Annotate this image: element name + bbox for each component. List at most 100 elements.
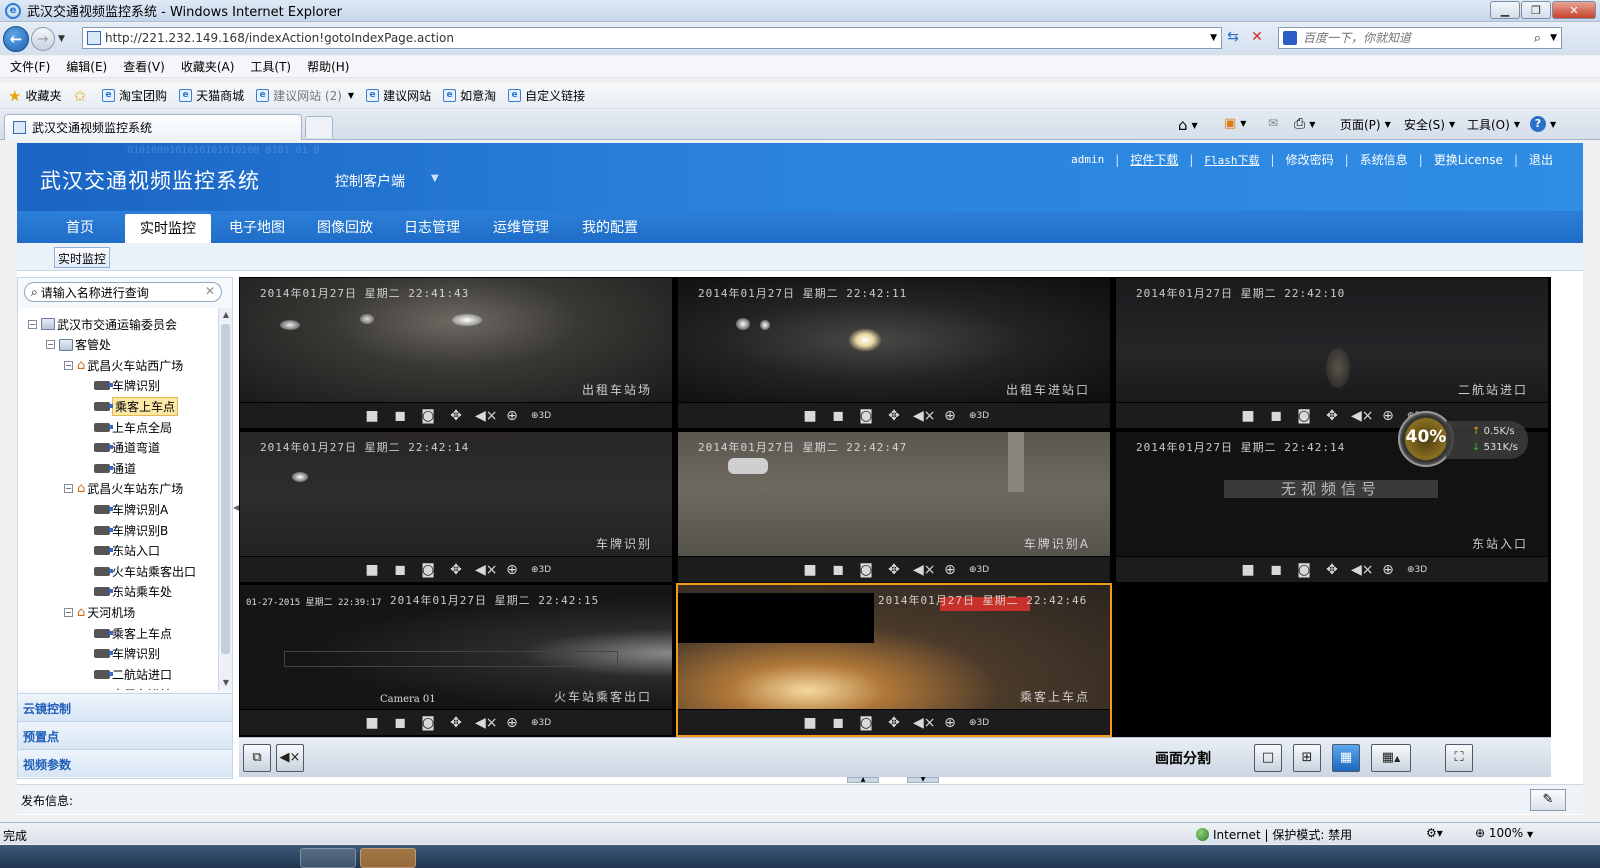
collapse-up-tab[interactable]: ▲ — [847, 777, 879, 783]
change-password-link[interactable]: 修改密码 — [1286, 151, 1334, 168]
stop-icon[interactable]: ✕ — [1248, 29, 1266, 47]
fav-link-taobao[interactable]: e 淘宝团购 — [102, 87, 167, 104]
tree-camera-item[interactable]: 二航站进口 — [94, 664, 172, 684]
zoom-3d-icon[interactable]: ⊕3D — [969, 718, 989, 728]
zoom-in-icon[interactable]: ⊕ — [941, 715, 959, 731]
stop-icon[interactable]: ■ — [1239, 562, 1257, 578]
accordion-presets[interactable]: 预置点 — [18, 721, 232, 749]
tree-site-item[interactable]: − ⌂ 武昌火车站西广场 — [64, 355, 183, 375]
print-button[interactable]: ⎙ ▼ — [1294, 116, 1315, 132]
nav-e-map[interactable]: 电子地图 — [229, 217, 285, 237]
tree-site-item[interactable]: − ⌂ 武昌火车站东广场 — [64, 479, 183, 499]
snapshot-icon[interactable]: ◙ — [1295, 562, 1313, 578]
ptz-icon[interactable]: ✥ — [885, 408, 903, 424]
video-feed[interactable]: 2014年01月27日 星期二 22:42:14 车牌识别 — [240, 432, 672, 556]
zoom-in-icon[interactable]: ⊕ — [941, 562, 959, 578]
tree-camera-item[interactable]: 乘客上车点 — [94, 623, 172, 643]
mute-icon[interactable]: ◀× — [913, 562, 936, 578]
refresh-icon[interactable]: ⇆ — [1224, 29, 1242, 47]
mute-icon[interactable]: ◀× — [913, 715, 936, 731]
snapshot-icon[interactable]: ◙ — [857, 562, 875, 578]
scroll-down-icon[interactable]: ▼ — [219, 676, 233, 690]
record-icon[interactable]: ◼︎ — [391, 715, 409, 731]
fav-link-suggested[interactable]: e 建议网站 — [366, 87, 431, 104]
favorites-button[interactable]: ★ 收藏夹 — [8, 87, 61, 105]
video-cell[interactable]: 2014年01月27日 星期二 22:42:11 出租车进站口 ■ ◼︎ ◙ ✥ ◀× ⊕… — [677, 277, 1111, 429]
history-dropdown-icon[interactable]: ▼ — [58, 34, 70, 44]
zoom-3d-icon[interactable]: ⊕3D — [969, 565, 989, 575]
collapse-toggle-icon[interactable]: − — [64, 360, 73, 370]
home-button[interactable]: ⌂ ▼ — [1178, 116, 1198, 134]
maximize-button[interactable]: ❐ — [1521, 1, 1551, 19]
mute-icon[interactable]: ◀× — [475, 562, 498, 578]
mute-icon[interactable]: ◀× — [1351, 562, 1374, 578]
layout-3x3-button[interactable]: ▦ — [1332, 744, 1360, 772]
video-feed[interactable]: 2014年01月27日 星期二 22:42:47 车牌识别A — [678, 432, 1110, 556]
ptz-icon[interactable]: ✥ — [447, 715, 465, 731]
tree-search-box[interactable]: ⌕ ✕ — [24, 282, 222, 302]
collapse-toggle-icon[interactable]: − — [28, 319, 37, 329]
ptz-icon[interactable]: ✥ — [447, 408, 465, 424]
mute-all-button[interactable]: ◀× — [276, 744, 304, 772]
menu-tools[interactable]: 工具(T) — [250, 58, 291, 75]
feeds-button[interactable]: ▣ ▼ — [1224, 116, 1246, 131]
edit-publish-button[interactable]: ✎ — [1530, 789, 1566, 811]
stop-icon[interactable]: ■ — [1239, 408, 1257, 424]
ptz-icon[interactable]: ✥ — [447, 562, 465, 578]
nav-live-monitor[interactable]: 实时监控 — [125, 214, 211, 243]
record-icon[interactable]: ◼︎ — [1267, 408, 1285, 424]
search-dropdown-icon[interactable]: ▼ — [1550, 33, 1557, 43]
mute-icon[interactable]: ◀× — [913, 408, 936, 424]
zoom-in-icon[interactable]: ⊕ — [1379, 562, 1397, 578]
nav-my-config[interactable]: 我的配置 — [582, 217, 638, 237]
nav-home[interactable]: 首页 — [66, 217, 94, 237]
ptz-icon[interactable]: ✥ — [885, 562, 903, 578]
menu-favorites[interactable]: 收藏夹(A) — [181, 58, 235, 75]
fav-link-custom[interactable]: e 自定义链接 — [508, 87, 585, 104]
collapse-down-tab[interactable]: ▼ — [907, 777, 939, 783]
zoom-in-icon[interactable]: ⊕ — [1379, 408, 1397, 424]
snapshot-icon[interactable]: ◙ — [419, 715, 437, 731]
tree-search-input[interactable] — [40, 285, 201, 299]
video-cell[interactable]: 2014年01月27日 星期二 22:42:14 车牌识别 ■ ◼︎ ◙ ✥ ◀× ⊕ ⊕3… — [239, 431, 673, 583]
zoom-in-icon[interactable]: ⊕ — [503, 715, 521, 731]
tools-menu[interactable]: 工具(O) ▼ — [1467, 116, 1520, 133]
taskbar-item[interactable] — [300, 848, 356, 868]
ptz-icon[interactable]: ✥ — [1323, 562, 1341, 578]
chevron-down-icon[interactable]: ▼ — [431, 173, 439, 184]
layout-more-button[interactable]: ▦▲ — [1371, 744, 1411, 772]
fav-link-ruyitao[interactable]: e 如意淘 — [443, 87, 496, 104]
add-favorite-button[interactable]: ✩ — [73, 87, 90, 105]
browser-tab[interactable]: 武汉交通视频监控系统 — [4, 114, 302, 140]
tree-camera-item[interactable]: 通道弯道 — [94, 438, 160, 458]
video-cell[interactable]: 01-27-2015 星期二 22:39:17 2014年01月27日 星期二 … — [239, 584, 673, 736]
scroll-thumb[interactable] — [221, 324, 230, 654]
tree-camera-item[interactable]: 乘客上车点 — [94, 396, 179, 416]
video-feed[interactable]: 2014年01月27日 星期二 22:42:46 乘客上车点 — [678, 585, 1110, 709]
snapshot-icon[interactable]: ◙ — [857, 408, 875, 424]
menu-view[interactable]: 查看(V) — [123, 58, 165, 75]
collapse-toggle-icon[interactable]: − — [46, 340, 55, 350]
tree-camera-item[interactable]: 上车点全局 — [94, 417, 172, 437]
zone-settings-icon[interactable]: ⚙▾ — [1426, 826, 1443, 840]
accordion-video-params[interactable]: 视频参数 — [18, 749, 232, 777]
stop-icon[interactable]: ■ — [363, 562, 381, 578]
tree-site-item[interactable]: − ⌂ 天河机场 — [64, 602, 135, 622]
tree-camera-item[interactable]: 东站入口 — [94, 541, 160, 561]
video-cell[interactable]: 2014年01月27日 星期二 22:41:43 出租车站场 ■ ◼︎ ◙ ✥ ◀× ⊕ ⊕… — [239, 277, 673, 429]
change-license-link[interactable]: 更换License — [1434, 151, 1503, 168]
close-button[interactable]: ✕ — [1552, 1, 1596, 19]
address-dropdown-icon[interactable]: ▼ — [1210, 33, 1217, 43]
collapse-toggle-icon[interactable]: − — [64, 484, 73, 494]
tree-scrollbar[interactable]: ▲ ▼ — [218, 308, 232, 690]
fav-suggested-sites-dropdown[interactable]: e 建议网站 (2) ▼ — [256, 87, 354, 104]
search-icon[interactable]: ⌕ — [1534, 31, 1541, 46]
record-icon[interactable]: ◼︎ — [1267, 562, 1285, 578]
video-feed[interactable]: 2014年01月27日 星期二 22:42:10 二航站进口 — [1116, 278, 1548, 402]
flash-download-link[interactable]: Flash下载 — [1204, 152, 1259, 168]
safety-menu[interactable]: 安全(S) ▼ — [1404, 116, 1455, 133]
zoom-in-icon[interactable]: ⊕ — [941, 408, 959, 424]
system-info-link[interactable]: 系统信息 — [1360, 151, 1408, 168]
stop-icon[interactable]: ■ — [363, 715, 381, 731]
stop-icon[interactable]: ■ — [801, 715, 819, 731]
